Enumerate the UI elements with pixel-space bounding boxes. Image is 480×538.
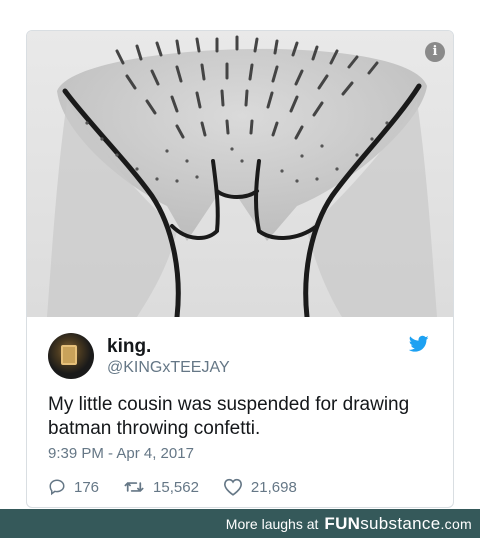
- avatar[interactable]: [48, 333, 94, 379]
- reply-icon: [49, 479, 65, 496]
- reply-button[interactable]: 176: [48, 478, 99, 496]
- avatar-image: [61, 345, 77, 365]
- tweet-media-drawing[interactable]: i: [27, 31, 453, 317]
- like-count: 21,698: [250, 478, 297, 496]
- brand-dotcom: .com: [440, 515, 472, 532]
- like-button[interactable]: 21,698: [223, 478, 297, 496]
- tweet-body: king. @KINGxTEEJAY My little cousin was …: [27, 318, 453, 507]
- heart-icon: [223, 478, 242, 496]
- tweet-actions: 176 15,562 21,698: [48, 476, 321, 498]
- footer-more-label: More laughs at: [225, 515, 319, 532]
- retweet-icon: [124, 482, 144, 492]
- user-handle[interactable]: @KINGxTEEJAY: [107, 359, 230, 377]
- brand-fun: FUN: [324, 513, 361, 533]
- retweet-count: 15,562: [153, 478, 199, 496]
- brand-sub: substance: [360, 513, 441, 533]
- reply-count: 176: [74, 478, 100, 496]
- tweet-card: i king. @KINGxTEEJAY My little cousin wa…: [26, 30, 454, 508]
- display-name[interactable]: king.: [107, 336, 151, 358]
- tweet-text: My little cousin was suspended for drawi…: [48, 394, 410, 439]
- batman-drawing: [27, 31, 453, 317]
- retweet-button[interactable]: 15,562: [123, 478, 199, 496]
- twitter-bird-icon[interactable]: [409, 335, 429, 353]
- tweet-timestamp[interactable]: 9:39 PM - Apr 4, 2017: [48, 445, 194, 462]
- info-icon[interactable]: i: [425, 42, 445, 62]
- watermark-footer[interactable]: More laughs at FUNsubstance.com: [0, 509, 480, 538]
- funsubstance-logo: FUNsubstance.com: [324, 514, 472, 534]
